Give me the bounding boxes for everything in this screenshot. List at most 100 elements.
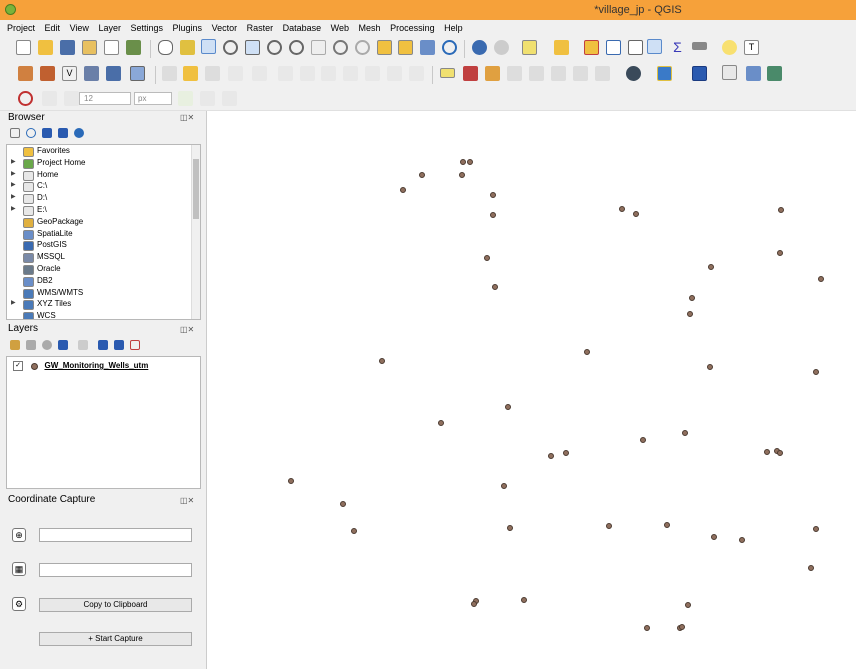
menu-plugins[interactable]: Plugins <box>173 23 203 33</box>
zoom-to-layer-icon[interactable] <box>289 40 304 55</box>
modify-attributes-icon[interactable] <box>278 66 293 81</box>
well-point[interactable] <box>818 276 824 282</box>
well-point[interactable] <box>685 602 691 608</box>
well-point[interactable] <box>664 522 670 528</box>
copy-features-icon[interactable] <box>343 66 358 81</box>
field-calculator-icon[interactable] <box>628 40 643 55</box>
well-point[interactable] <box>689 295 695 301</box>
browser-item[interactable]: ▶ E:\ <box>7 204 200 216</box>
browser-item[interactable]: SpatiaLite <box>7 228 200 240</box>
well-point[interactable] <box>490 212 496 218</box>
menu-web[interactable]: Web <box>331 23 349 33</box>
statistics-sigma-icon[interactable]: Σ <box>670 40 685 55</box>
well-point[interactable] <box>471 601 477 607</box>
well-point[interactable] <box>459 172 465 178</box>
coordinate-output-1[interactable] <box>39 528 192 542</box>
zoom-to-selection-icon[interactable] <box>267 40 282 55</box>
well-point[interactable] <box>764 449 770 455</box>
well-point[interactable] <box>563 450 569 456</box>
save-edits-icon[interactable] <box>205 66 220 81</box>
well-point[interactable] <box>813 526 819 532</box>
label-diagram-icon[interactable] <box>463 66 478 81</box>
change-label-icon[interactable] <box>595 66 610 81</box>
expand-arrow-icon[interactable]: ▶ <box>11 169 16 181</box>
browser-refresh-icon[interactable] <box>26 128 36 138</box>
label-icon[interactable] <box>440 68 455 78</box>
browser-item[interactable]: Oracle <box>7 263 200 275</box>
text-annotation-icon[interactable]: T <box>744 40 759 55</box>
browser-item[interactable]: DB2 <box>7 275 200 287</box>
browser-item[interactable]: ▶ D:\ <box>7 192 200 205</box>
well-point[interactable] <box>438 420 444 426</box>
layers-filter-icon[interactable] <box>58 340 68 350</box>
add-mesh-icon[interactable] <box>106 66 121 81</box>
tracing-icon[interactable] <box>222 91 237 106</box>
well-point[interactable] <box>492 284 498 290</box>
data-source-manager-icon[interactable] <box>18 66 33 81</box>
run-feature-action-icon[interactable] <box>494 40 509 55</box>
layers-panel-close-icon[interactable]: ◫✕ <box>180 325 194 334</box>
snap-tolerance-input[interactable]: 12 <box>79 92 131 105</box>
add-raster-icon[interactable] <box>84 66 99 81</box>
snap-unit-select[interactable]: px <box>134 92 172 105</box>
new-3d-map-icon[interactable] <box>398 40 413 55</box>
vertex-tool-icon[interactable] <box>252 66 267 81</box>
redo-icon[interactable] <box>409 66 424 81</box>
browser-item[interactable]: GeoPackage <box>7 216 200 228</box>
snap-layers-icon[interactable] <box>42 91 57 106</box>
globe-icon[interactable] <box>626 66 641 81</box>
well-point[interactable] <box>501 483 507 489</box>
well-point[interactable] <box>687 311 693 317</box>
coordinate-capture-toggle-icon[interactable] <box>722 65 737 80</box>
browser-item[interactable]: ▶ XYZ Tiles <box>7 298 200 311</box>
well-point[interactable] <box>808 565 814 571</box>
browser-item[interactable]: PostGIS <box>7 239 200 252</box>
select-features-icon[interactable] <box>522 40 537 55</box>
tracking-icon[interactable]: ⚙ <box>12 597 26 611</box>
well-point[interactable] <box>505 404 511 410</box>
menu-vector[interactable]: Vector <box>212 23 238 33</box>
well-point[interactable] <box>813 369 819 375</box>
zoom-full-icon[interactable] <box>245 40 260 55</box>
well-point[interactable] <box>777 250 783 256</box>
well-point[interactable] <box>777 450 783 456</box>
layer-visibility-checkbox[interactable]: ✓ <box>13 361 23 371</box>
map-canvas[interactable] <box>206 111 856 669</box>
crs-selector-icon[interactable]: ⊕ <box>12 528 26 542</box>
bookmark-icon[interactable] <box>420 40 435 55</box>
expand-arrow-icon[interactable]: ▶ <box>11 298 16 310</box>
expand-arrow-icon[interactable]: ▶ <box>11 192 16 204</box>
well-point[interactable] <box>711 534 717 540</box>
menu-mesh[interactable]: Mesh <box>359 23 381 33</box>
well-point[interactable] <box>644 625 650 631</box>
well-point[interactable] <box>708 264 714 270</box>
menu-raster[interactable]: Raster <box>247 23 274 33</box>
well-point[interactable] <box>682 430 688 436</box>
help-icon[interactable] <box>692 66 707 81</box>
grid-icon[interactable]: ▦ <box>12 562 26 576</box>
browser-filter-icon[interactable] <box>42 128 52 138</box>
coordinate-capture-close-icon[interactable]: ◫✕ <box>180 496 194 505</box>
menu-processing[interactable]: Processing <box>390 23 435 33</box>
expand-arrow-icon[interactable]: ▶ <box>11 157 16 169</box>
paste-features-icon[interactable] <box>365 66 380 81</box>
coordinate-output-2[interactable] <box>39 563 192 577</box>
map-tips-icon[interactable] <box>722 40 737 55</box>
browser-item[interactable]: ▶ Home <box>7 169 200 181</box>
new-layer-icon[interactable] <box>40 66 55 81</box>
well-point[interactable] <box>707 364 713 370</box>
open-project-icon[interactable] <box>38 40 53 55</box>
snap-intersection-icon[interactable] <box>200 91 215 106</box>
rotate-label-icon[interactable] <box>573 66 588 81</box>
select-by-value-icon[interactable] <box>554 40 569 55</box>
save-as-icon[interactable] <box>82 40 97 55</box>
zoom-out-icon[interactable] <box>223 40 238 55</box>
copy-to-clipboard-button[interactable]: Copy to Clipboard <box>39 598 192 612</box>
save-project-icon[interactable] <box>60 40 75 55</box>
zoom-last-icon[interactable] <box>333 40 348 55</box>
well-point[interactable] <box>484 255 490 261</box>
menu-project[interactable]: Project <box>7 23 35 33</box>
expand-arrow-icon[interactable]: ▶ <box>11 204 16 216</box>
layer-item-gw-monitoring-wells[interactable]: ✓ GW_Monitoring_Wells_utm <box>13 361 148 371</box>
plugin-icon[interactable] <box>767 66 782 81</box>
